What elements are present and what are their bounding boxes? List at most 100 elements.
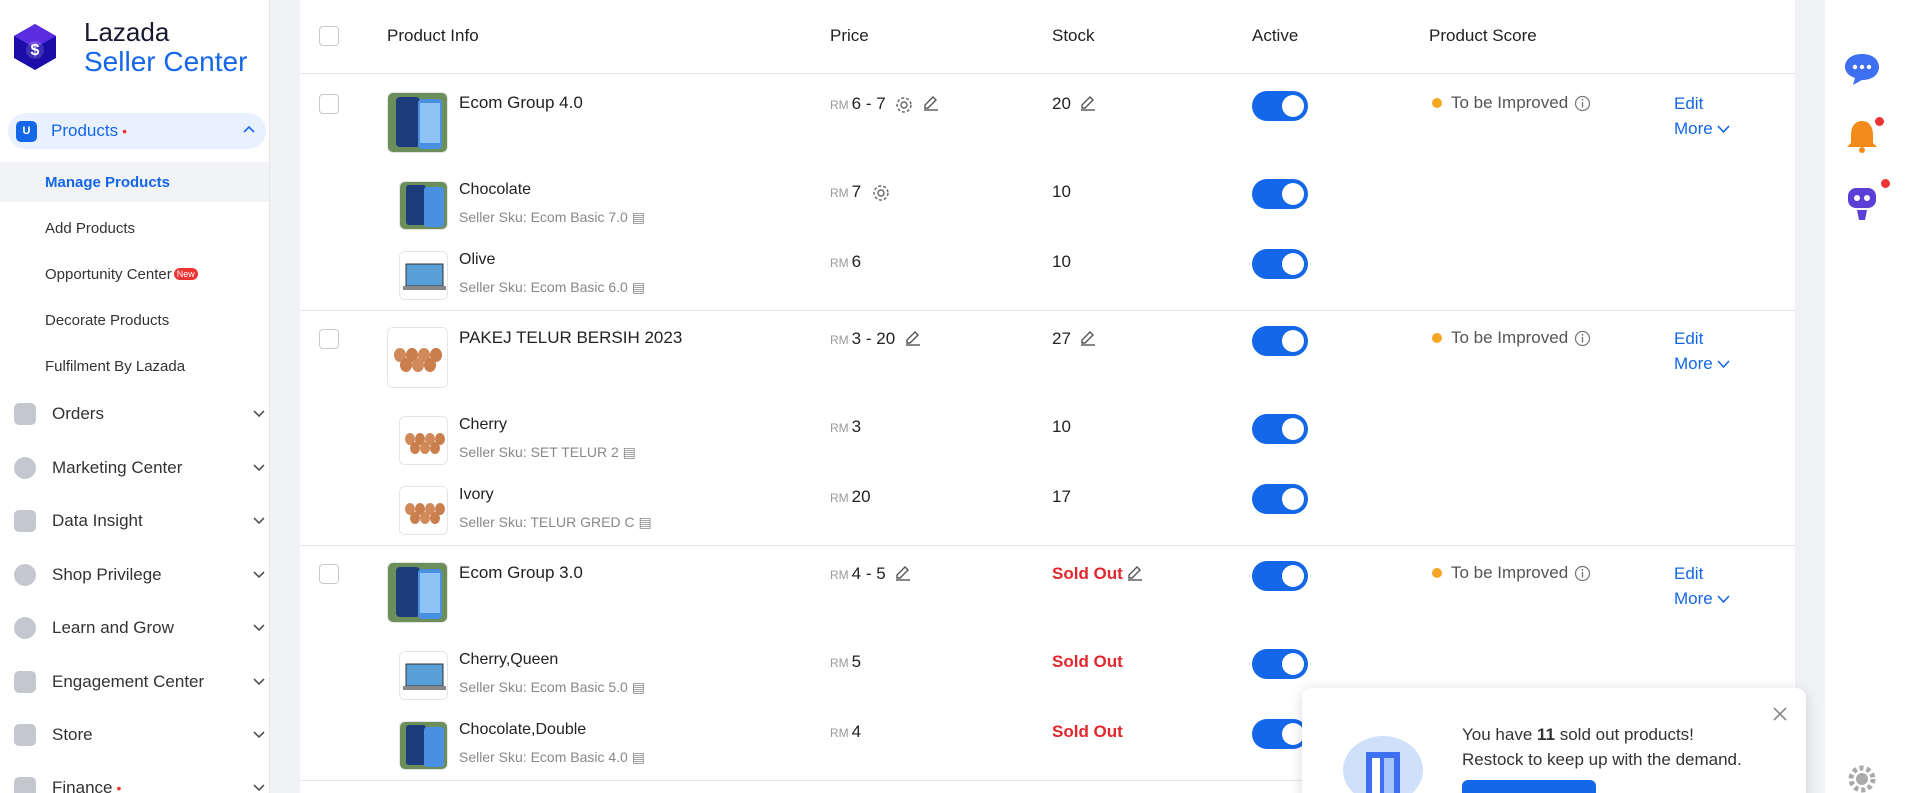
brand-logo[interactable]: $ Lazada Seller Center xyxy=(10,18,247,76)
edit-pencil-icon[interactable] xyxy=(904,329,922,347)
variant-sku: Seller Sku: Ecom Basic 6.0 ▤ xyxy=(459,279,645,295)
variant-thumbnail[interactable] xyxy=(399,416,448,465)
active-toggle[interactable] xyxy=(1252,249,1308,279)
sidebar: $ Lazada Seller Center U Products • Mana… xyxy=(0,0,270,793)
sidebar-item-products[interactable]: U Products • xyxy=(8,113,266,149)
edit-link[interactable]: Edit xyxy=(1674,94,1703,114)
variant-stock: 10 xyxy=(1052,182,1071,201)
info-icon[interactable] xyxy=(1574,565,1591,582)
copy-icon[interactable]: ▤ xyxy=(632,209,645,225)
variant-thumbnail[interactable] xyxy=(399,651,448,700)
info-icon[interactable] xyxy=(1574,95,1591,112)
variant-name: Ivory xyxy=(459,486,494,503)
edit-link[interactable]: Edit xyxy=(1674,329,1703,349)
copy-icon[interactable]: ▤ xyxy=(638,514,651,530)
variant-stock: 17 xyxy=(1052,487,1071,506)
sidebar-subitem-decorate-products[interactable]: Decorate Products xyxy=(0,300,269,340)
product-name[interactable]: Ecom Group 4.0 xyxy=(459,93,583,113)
sidebar-subitem-fulfilment[interactable]: Fulfilment By Lazada xyxy=(0,346,269,386)
sidebar-item-marketing-center[interactable]: Marketing Center xyxy=(14,448,266,488)
copy-icon[interactable]: ▤ xyxy=(623,444,636,460)
variant-name: Cherry xyxy=(459,416,508,433)
info-icon[interactable] xyxy=(1574,330,1591,347)
chevron-down-icon xyxy=(253,784,265,792)
sidebar-item-finance[interactable]: Finance • xyxy=(14,768,266,793)
learn-icon xyxy=(14,617,36,639)
active-toggle[interactable] xyxy=(1252,484,1308,514)
close-icon[interactable] xyxy=(1772,706,1788,722)
variant-thumbnail[interactable] xyxy=(399,181,448,230)
active-toggle[interactable] xyxy=(1252,561,1308,591)
gear-icon[interactable] xyxy=(894,95,914,115)
active-toggle[interactable] xyxy=(1252,179,1308,209)
chat-icon[interactable] xyxy=(1843,52,1881,86)
edit-pencil-icon[interactable] xyxy=(1079,329,1097,347)
edit-pencil-icon[interactable] xyxy=(1079,94,1097,112)
product-stock: 27 xyxy=(1052,329,1071,348)
variant-stock: 10 xyxy=(1052,417,1071,436)
more-dropdown[interactable]: More xyxy=(1674,119,1731,139)
lazada-logo-icon: $ xyxy=(14,24,56,70)
sidebar-subitem-manage-products[interactable]: Manage Products xyxy=(0,162,269,202)
sidebar-subitem-add-products[interactable]: Add Products xyxy=(0,208,269,248)
row-checkbox[interactable] xyxy=(319,564,339,584)
active-toggle[interactable] xyxy=(1252,414,1308,444)
edit-pencil-icon[interactable] xyxy=(1126,564,1144,582)
status-dot xyxy=(1432,568,1442,578)
variant-sku: Seller Sku: Ecom Basic 7.0 ▤ xyxy=(459,209,645,225)
sidebar-subitem-opportunity-center[interactable]: Opportunity Center New xyxy=(0,254,269,294)
select-all-checkbox[interactable] xyxy=(319,26,339,46)
copy-icon[interactable]: ▤ xyxy=(632,679,645,695)
variant-price: RM 6 xyxy=(830,252,862,271)
restock-button[interactable] xyxy=(1462,780,1596,793)
chevron-down-icon xyxy=(253,624,265,632)
edit-link[interactable]: Edit xyxy=(1674,564,1703,584)
sidebar-item-data-insight[interactable]: Data Insight xyxy=(14,501,266,541)
brand-subtitle: Seller Center xyxy=(84,46,248,77)
sidebar-item-shop-privilege[interactable]: Shop Privilege xyxy=(14,555,266,595)
chevron-down-icon xyxy=(253,678,265,686)
active-toggle[interactable] xyxy=(1252,719,1308,749)
row-checkbox[interactable] xyxy=(319,94,339,114)
sidebar-item-label: Products xyxy=(51,121,119,140)
edit-pencil-icon[interactable] xyxy=(922,94,940,112)
product-thumbnail[interactable] xyxy=(387,562,448,623)
header-active: Active xyxy=(1252,26,1299,45)
product-table-panel: Product Info Price Stock Active Product … xyxy=(300,0,1795,793)
more-dropdown[interactable]: More xyxy=(1674,354,1731,374)
phone-image-icon xyxy=(388,563,447,622)
new-badge: New xyxy=(173,268,198,280)
product-name[interactable]: PAKEJ TELUR BERSIH 2023 xyxy=(459,328,682,348)
variant-sku: Seller Sku: Ecom Basic 5.0 ▤ xyxy=(459,679,645,695)
chevron-down-icon xyxy=(1717,360,1731,369)
product-name[interactable]: Ecom Group 3.0 xyxy=(459,563,583,583)
edit-pencil-icon[interactable] xyxy=(894,564,912,582)
variant-sku: Seller Sku: TELUR GRED C ▤ xyxy=(459,514,652,530)
variant-stock: Sold Out xyxy=(1052,652,1123,671)
laptop-image-icon xyxy=(400,252,447,299)
product-thumbnail[interactable] xyxy=(387,327,448,388)
marketing-icon xyxy=(14,457,36,479)
product-thumbnail[interactable] xyxy=(387,92,448,153)
robot-assistant-icon[interactable] xyxy=(1845,184,1879,228)
active-toggle[interactable] xyxy=(1252,326,1308,356)
brand-name: Lazada xyxy=(84,17,170,47)
variant-thumbnail[interactable] xyxy=(399,251,448,300)
gear-icon[interactable] xyxy=(871,183,891,203)
copy-icon[interactable]: ▤ xyxy=(632,749,645,765)
sidebar-item-engagement-center[interactable]: Engagement Center xyxy=(14,662,266,702)
settings-gear-icon[interactable] xyxy=(1847,764,1877,793)
active-toggle[interactable] xyxy=(1252,649,1308,679)
sidebar-item-store[interactable]: Store xyxy=(14,715,266,755)
row-checkbox[interactable] xyxy=(319,329,339,349)
store-icon xyxy=(14,724,36,746)
sidebar-item-orders[interactable]: Orders xyxy=(14,394,266,434)
shop-privilege-icon xyxy=(14,564,36,586)
sidebar-item-learn-and-grow[interactable]: Learn and Grow xyxy=(14,608,266,648)
copy-icon[interactable]: ▤ xyxy=(632,279,645,295)
active-toggle[interactable] xyxy=(1252,91,1308,121)
variant-thumbnail[interactable] xyxy=(399,486,448,535)
variant-thumbnail[interactable] xyxy=(399,721,448,770)
more-dropdown[interactable]: More xyxy=(1674,589,1731,609)
bell-icon[interactable] xyxy=(1845,118,1879,154)
